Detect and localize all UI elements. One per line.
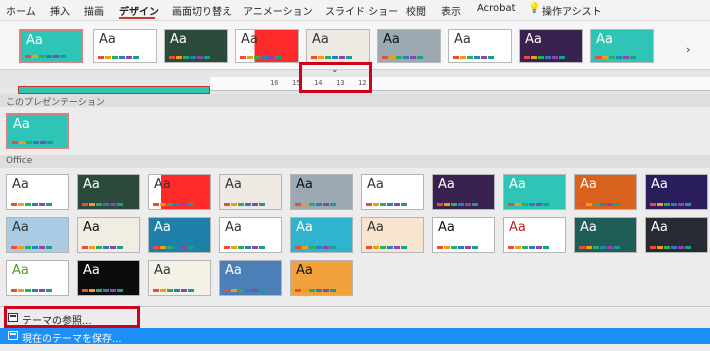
theme-thumb[interactable]: Aa <box>219 260 282 296</box>
theme-thumb[interactable]: Aa <box>645 217 708 253</box>
theme-thumb[interactable]: Aa <box>361 217 424 253</box>
color-swatch-bar <box>82 289 123 292</box>
color-swatch-bar <box>295 289 336 292</box>
color-swatch-bar <box>11 203 52 206</box>
color-swatch-bar <box>153 246 194 249</box>
theme-thumb[interactable]: Aa <box>290 217 353 253</box>
color-swatch-bar <box>437 203 478 206</box>
slide-edge <box>18 86 210 94</box>
color-swatch-bar <box>595 56 636 59</box>
ribbon-theme-thumb[interactable]: Aa <box>448 29 512 63</box>
color-swatch-bar <box>25 55 66 58</box>
color-swatch-bar <box>295 203 336 206</box>
color-swatch-bar <box>366 246 407 249</box>
color-swatch-bar <box>382 56 423 59</box>
save-icon <box>8 331 18 340</box>
theme-thumb-current[interactable]: Aa <box>6 113 69 149</box>
save-current-theme-menu-item[interactable]: 現在のテーマを保存... <box>0 328 710 345</box>
chevron-right-icon[interactable]: › <box>686 43 690 56</box>
tab-design[interactable]: デザイン <box>119 3 159 18</box>
theme-thumb[interactable]: Aa <box>6 217 69 253</box>
color-swatch-bar <box>508 203 549 206</box>
ribbon-theme-thumb[interactable]: Aa <box>164 29 228 63</box>
color-swatch-bar <box>82 203 123 206</box>
color-swatch-bar <box>224 289 265 292</box>
tab-transitions[interactable]: 画面切り替え <box>172 3 232 18</box>
theme-thumb[interactable]: Aa <box>503 217 566 253</box>
chevron-down-icon[interactable]: ⌄ <box>331 65 339 75</box>
color-swatch-bar <box>224 203 265 206</box>
color-swatch-bar <box>11 246 52 249</box>
theme-thumb[interactable]: Aa <box>645 174 708 210</box>
theme-thumb[interactable]: Aa <box>290 260 353 296</box>
theme-thumb[interactable]: Aa <box>432 217 495 253</box>
tab-review[interactable]: 校閲 <box>406 3 426 18</box>
color-swatch-bar <box>153 289 194 292</box>
color-swatch-bar <box>437 246 478 249</box>
color-swatch-bar <box>453 56 494 59</box>
ribbon-theme-thumb[interactable]: Aa <box>93 29 157 63</box>
tab-slideshow[interactable]: スライド ショー <box>325 3 398 18</box>
theme-thumb[interactable]: Aa <box>148 217 211 253</box>
theme-thumb[interactable]: Aa <box>290 174 353 210</box>
color-swatch-bar <box>366 203 407 206</box>
theme-thumb[interactable]: Aa <box>361 174 424 210</box>
color-swatch-bar <box>524 56 565 59</box>
theme-thumb[interactable]: Aa <box>574 174 637 210</box>
tab-acrobat[interactable]: Acrobat <box>477 3 516 14</box>
theme-thumb[interactable]: Aa <box>148 260 211 296</box>
color-swatch-bar <box>224 246 265 249</box>
color-swatch-bar <box>82 246 123 249</box>
ruler-band: 16 15 14 13 12 <box>210 77 710 91</box>
theme-thumb[interactable]: Aa <box>503 174 566 210</box>
theme-thumb[interactable]: Aa <box>6 260 69 296</box>
tab-animations[interactable]: アニメーション <box>243 3 313 18</box>
ribbon-theme-thumb[interactable]: Aa <box>377 29 441 63</box>
theme-thumb[interactable]: Aa <box>77 174 140 210</box>
lightbulb-icon: 💡 <box>528 3 541 14</box>
theme-thumb[interactable]: Aa <box>219 217 282 253</box>
color-swatch-bar <box>12 141 53 144</box>
tab-draw[interactable]: 描画 <box>84 3 104 18</box>
tab-home[interactable]: ホーム <box>6 3 36 18</box>
section-header-office: Office <box>0 155 710 168</box>
color-swatch-bar <box>153 203 194 206</box>
color-swatch-bar <box>508 246 549 249</box>
ruler-number: 16 <box>270 79 279 87</box>
color-swatch-bar <box>11 289 52 292</box>
theme-thumb[interactable]: Aa <box>77 217 140 253</box>
color-swatch-bar <box>579 203 620 206</box>
color-swatch-bar <box>311 56 352 59</box>
ribbon-theme-thumb[interactable]: Aa <box>519 29 583 63</box>
color-swatch-bar <box>295 246 336 249</box>
tab-view[interactable]: 表示 <box>441 3 461 18</box>
tab-tell-me[interactable]: 操作アシスト <box>542 3 602 18</box>
theme-thumb[interactable]: Aa <box>77 260 140 296</box>
theme-thumb[interactable]: Aa <box>432 174 495 210</box>
ribbon-theme-thumb[interactable]: Aa <box>235 29 299 63</box>
theme-thumb[interactable]: Aa <box>6 174 69 210</box>
highlight-box <box>4 306 140 328</box>
active-tab-underline <box>119 17 155 19</box>
section-header-current: このプレゼンテーション <box>0 94 710 108</box>
ribbon-theme-thumb[interactable]: Aa <box>19 29 83 63</box>
theme-thumb[interactable]: Aa <box>574 217 637 253</box>
color-swatch-bar <box>650 246 691 249</box>
ribbon-theme-thumb[interactable]: Aa <box>306 29 370 63</box>
tab-insert[interactable]: 挿入 <box>50 3 70 18</box>
ribbon-theme-thumb[interactable]: Aa <box>590 29 654 63</box>
ribbon-tabs: ホーム 挿入 描画 デザイン 画面切り替え アニメーション スライド ショー 校… <box>0 0 710 21</box>
color-swatch-bar <box>650 203 691 206</box>
color-swatch-bar <box>98 56 139 59</box>
color-swatch-bar <box>240 56 281 59</box>
theme-thumb[interactable]: Aa <box>148 174 211 210</box>
theme-thumb[interactable]: Aa <box>219 174 282 210</box>
color-swatch-bar <box>169 56 210 59</box>
color-swatch-bar <box>579 246 620 249</box>
